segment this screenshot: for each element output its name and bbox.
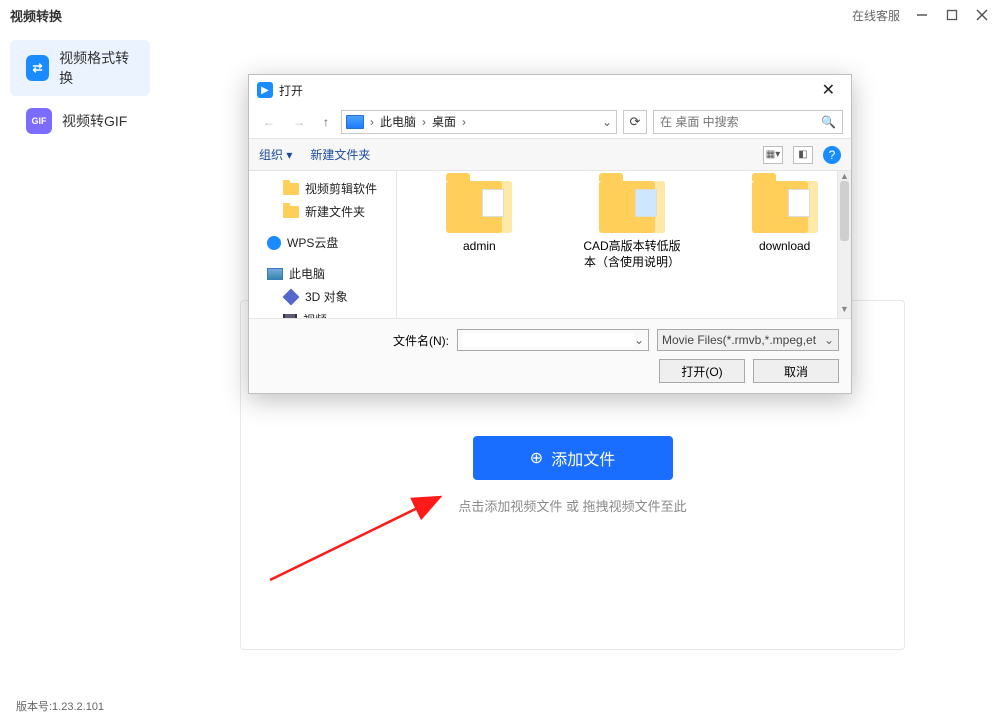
help-icon[interactable]: ?: [823, 146, 841, 164]
open-button[interactable]: 打开(O): [659, 359, 745, 383]
file-name: download: [759, 239, 810, 253]
add-file-button[interactable]: ⊕ 添加文件: [473, 436, 673, 480]
tree-item[interactable]: 视频剪辑软件: [249, 177, 396, 200]
file-item[interactable]: admin: [427, 181, 532, 318]
cube-icon: [283, 288, 300, 305]
drop-hint: 点击添加视频文件 或 拖拽视频文件至此: [458, 496, 686, 515]
folder-icon: [752, 181, 818, 233]
tree-item[interactable]: 新建文件夹: [249, 200, 396, 223]
sidebar-item-label: 视频转GIF: [62, 111, 127, 131]
pc-icon: [346, 115, 364, 129]
tree-item[interactable]: 此电脑: [249, 262, 396, 285]
folder-tree: 视频剪辑软件 新建文件夹 WPS云盘 此电脑 3D 对象 视频: [249, 171, 397, 318]
scroll-down-icon[interactable]: ▼: [838, 304, 851, 318]
file-name: CAD高版本转低版本（含使用说明）: [580, 239, 685, 270]
file-item[interactable]: download: [732, 181, 837, 318]
nav-forward-button[interactable]: →: [287, 113, 311, 131]
search-icon: 🔍: [821, 115, 836, 129]
filename-label: 文件名(N):: [393, 332, 449, 349]
swap-icon: ⇄: [26, 55, 49, 81]
sidebar: ⇄ 视频格式转换 GIF 视频转GIF: [0, 30, 160, 690]
plus-icon: ⊕: [530, 448, 543, 468]
online-support-link[interactable]: 在线客服: [852, 7, 900, 24]
file-list: admin CAD高版本转低版本（含使用说明） download: [397, 171, 837, 318]
view-mode-button[interactable]: ▦▾: [763, 146, 783, 164]
chevron-down-icon: ⌄: [824, 333, 834, 347]
tree-item[interactable]: WPS云盘: [249, 231, 396, 254]
search-box[interactable]: 🔍: [653, 110, 843, 134]
sidebar-item-label: 视频格式转换: [59, 48, 134, 88]
tree-item[interactable]: 视频: [249, 308, 396, 318]
sidebar-item-to-gif[interactable]: GIF 视频转GIF: [10, 100, 150, 142]
cancel-button[interactable]: 取消: [753, 359, 839, 383]
new-folder-button[interactable]: 新建文件夹: [310, 146, 370, 163]
filter-label: Movie Files(*.rmvb,*.mpeg,et: [662, 333, 816, 347]
tree-item[interactable]: 3D 对象: [249, 285, 396, 308]
file-item[interactable]: CAD高版本转低版本（含使用说明）: [580, 181, 685, 318]
search-input[interactable]: [660, 115, 821, 129]
folder-icon: [599, 181, 665, 233]
close-button[interactable]: [974, 7, 990, 23]
folder-icon: [446, 181, 512, 233]
chevron-down-icon[interactable]: ⌄: [634, 333, 644, 347]
filename-input[interactable]: [462, 333, 634, 347]
file-open-dialog: ▶ 打开 ✕ ← → ↑ › 此电脑 › 桌面 › ⌄ ⟳ 🔍 组织 ▾ 新建文…: [248, 74, 852, 394]
filename-combobox[interactable]: ⌄: [457, 329, 649, 351]
maximize-button[interactable]: [944, 7, 960, 23]
file-list-scrollbar[interactable]: ▲ ▼: [837, 171, 851, 318]
filetype-filter[interactable]: Movie Files(*.rmvb,*.mpeg,et ⌄: [657, 329, 839, 351]
gif-icon: GIF: [26, 108, 52, 134]
nav-back-button[interactable]: ←: [257, 113, 281, 131]
scroll-thumb[interactable]: [840, 181, 849, 241]
refresh-button[interactable]: ⟳: [623, 110, 647, 134]
folder-icon: [283, 206, 299, 218]
nav-up-button[interactable]: ↑: [317, 113, 335, 131]
sidebar-item-format-convert[interactable]: ⇄ 视频格式转换: [10, 40, 150, 96]
breadcrumb-dropdown[interactable]: ⌄: [602, 115, 612, 129]
file-name: admin: [463, 239, 496, 253]
app-title: 视频转换: [10, 6, 62, 25]
version-label: 版本号:1.23.2.101: [16, 698, 104, 714]
preview-pane-button[interactable]: ◧: [793, 146, 813, 164]
add-file-label: 添加文件: [551, 446, 615, 470]
address-bar[interactable]: › 此电脑 › 桌面 › ⌄: [341, 110, 617, 134]
folder-icon: [283, 183, 299, 195]
dialog-title: 打开: [279, 82, 303, 99]
dialog-close-button[interactable]: ✕: [814, 78, 843, 102]
pc-icon: [267, 268, 283, 280]
wps-icon: [267, 236, 281, 250]
breadcrumb-item[interactable]: 此电脑: [380, 113, 416, 130]
app-titlebar: 视频转换 在线客服: [0, 0, 1000, 30]
breadcrumb-item[interactable]: 桌面: [432, 113, 456, 130]
minimize-button[interactable]: [914, 7, 930, 23]
organize-menu[interactable]: 组织 ▾: [259, 146, 292, 163]
play-icon: ▶: [257, 82, 273, 98]
